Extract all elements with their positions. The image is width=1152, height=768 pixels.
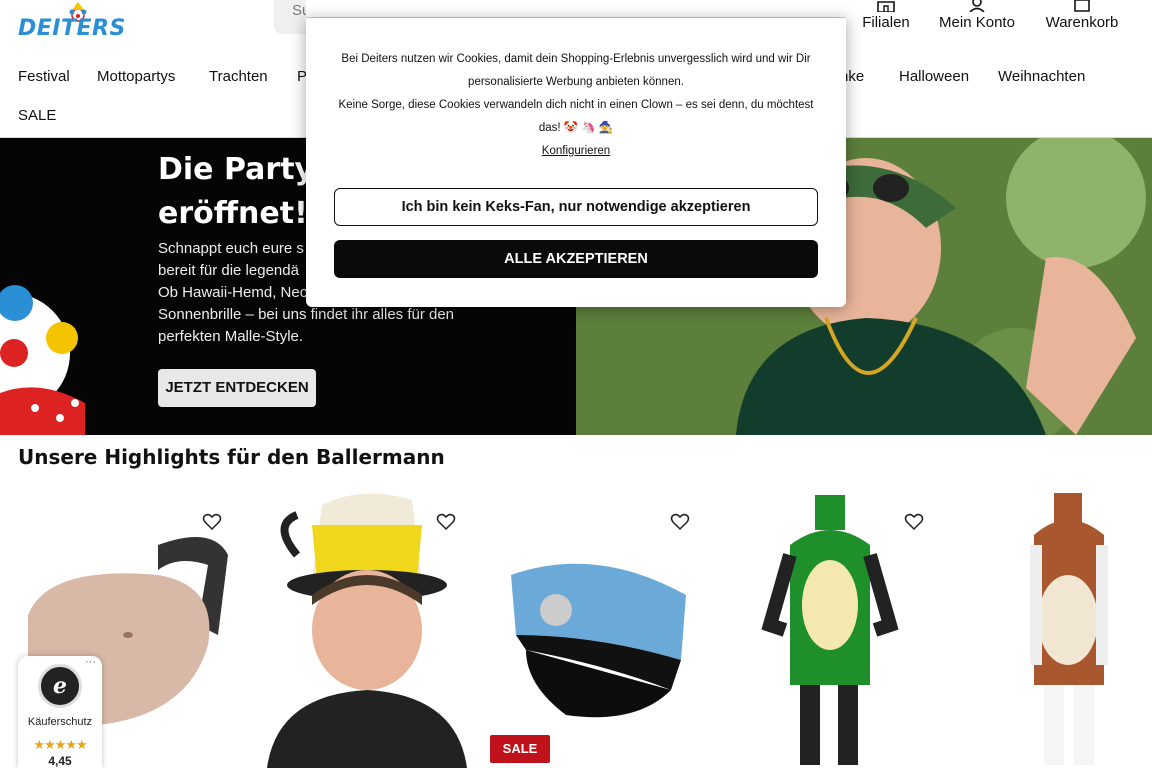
accept-all-button[interactable]: ALLE AKZEPTIEREN [334,240,818,278]
cookie-text: Bei Deiters nutzen wir Cookies, damit de… [334,48,818,163]
hero-text-line: Sonnenbrille – bei uns findet ihr alles … [158,306,455,323]
cart-label: Warenkorb [1045,14,1119,31]
rating-stars: ★★★★★ [33,737,87,752]
brown-beer-costume-image [1030,493,1108,765]
nav-sale[interactable]: SALE [18,107,56,124]
wishlist-heart-icon[interactable] [202,512,222,532]
hero-text-line: perfekten Malle-Style. [158,328,304,345]
wishlist-heart-icon[interactable] [904,512,924,532]
nav-halloween[interactable]: Halloween [899,68,969,85]
configure-link[interactable]: Konfigurieren [334,140,818,163]
filialen-link[interactable]: Filialen [860,0,912,34]
sale-badge: SALE [490,735,550,763]
filialen-label: Filialen [862,14,910,31]
clown-illustration [0,285,85,435]
deiters-logo[interactable]: DEITERS [18,2,148,42]
cookie-text-paragraph2: Keine Sorge, diese Cookies verwandeln di… [338,99,814,134]
cookie-text-paragraph1: Bei Deiters nutzen wir Cookies, damit de… [341,53,811,88]
logo-text: DEITERS [18,16,126,41]
cookie-consent-modal: Bei Deiters nutzen wir Cookies, damit de… [306,18,846,307]
wishlist-heart-icon[interactable] [436,512,456,532]
trusted-shops-badge[interactable]: ··· e Käuferschutz ★★★★★ 4,45 [18,656,102,768]
wishlist-heart-icon[interactable] [670,512,690,532]
product-card[interactable] [954,485,1152,768]
trust-label: Käuferschutz [27,716,93,728]
user-icon [969,0,985,12]
cookie-modal-top [306,0,846,18]
account-label: Mein Konto [939,14,1015,31]
discover-button[interactable]: JETZT ENTDECKEN [158,369,316,407]
cart-icon [1074,0,1090,12]
accept-necessary-button[interactable]: Ich bin kein Keks-Fan, nur notwendige ak… [334,188,818,226]
trusted-shops-seal-icon: e [38,664,82,708]
nav-festival[interactable]: Festival [18,68,70,85]
more-options-icon[interactable]: ··· [85,656,96,668]
nav-weihnachten[interactable]: Weihnachten [998,68,1085,85]
highlights-heading: Unsere Highlights für den Ballermann [18,445,445,469]
nav-trachten[interactable]: Trachten [209,68,268,85]
cart-link[interactable]: Warenkorb [1042,0,1122,34]
rating-score: 4,45 [48,754,72,768]
store-icon [877,1,895,12]
account-link[interactable]: Mein Konto [936,0,1018,34]
nav-mottopartys[interactable]: Mottopartys [97,68,175,85]
